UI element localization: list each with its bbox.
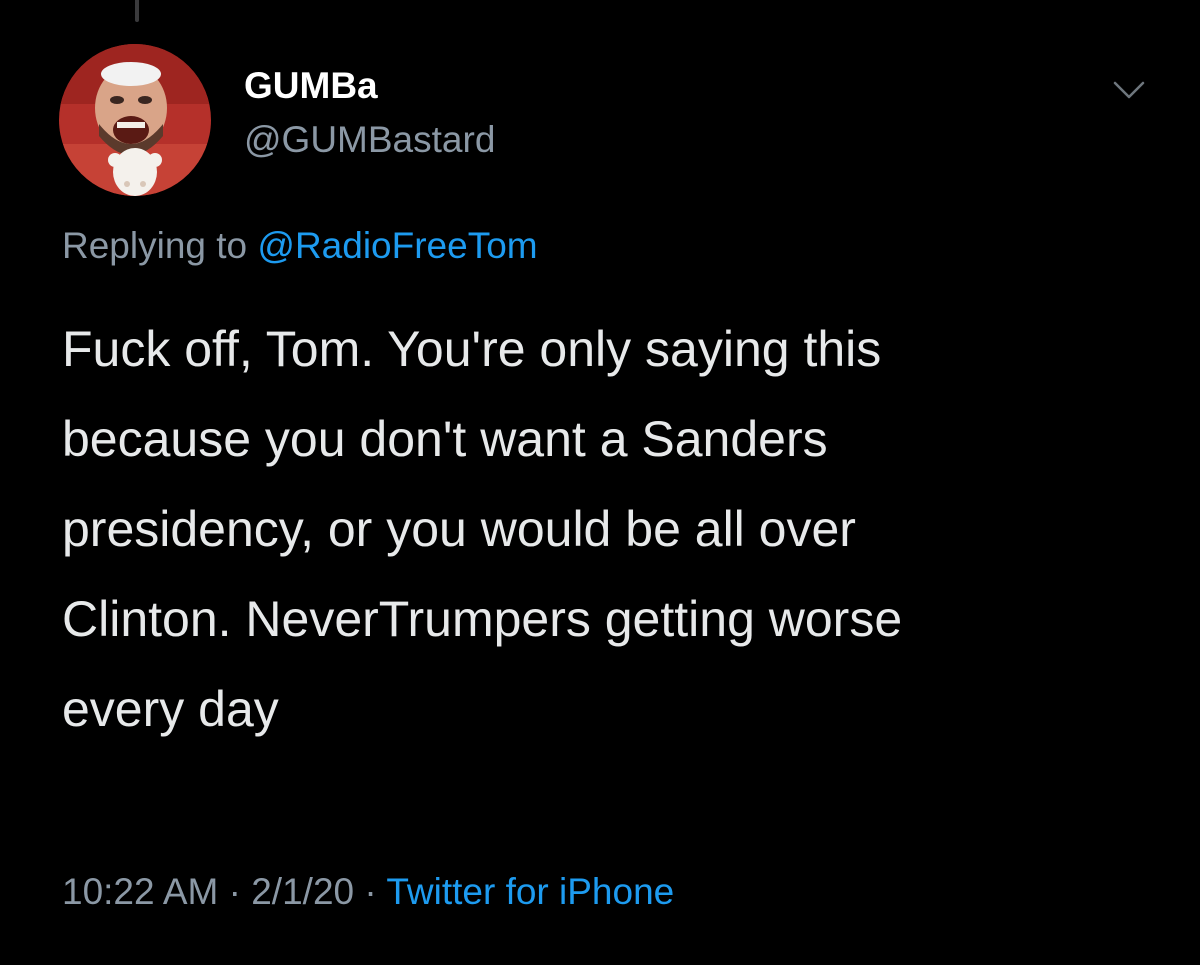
chevron-down-icon[interactable]	[1112, 78, 1146, 102]
tweet-text-line: presidency, or you would be all over	[62, 501, 856, 557]
tweet-text-line: every day	[62, 681, 279, 737]
thread-connector-line	[135, 0, 139, 22]
tweet-text-line: Clinton. NeverTrumpers getting worse	[62, 591, 903, 647]
author-handle[interactable]: @GUMBastard	[244, 118, 495, 162]
replying-to: Replying to @RadioFreeTom	[62, 224, 538, 268]
tweet-date[interactable]: 2/1/20	[251, 871, 354, 912]
tweet-metadata: 10:22 AM · 2/1/20 · Twitter for iPhone	[62, 870, 674, 914]
reply-target-link[interactable]: @RadioFreeTom	[257, 225, 537, 266]
tweet-text-line: Fuck off, Tom. You're only saying this	[62, 321, 882, 377]
avatar-image	[59, 44, 211, 196]
meta-separator: ·	[218, 871, 252, 912]
avatar[interactable]	[59, 44, 211, 196]
tweet-source-link[interactable]: Twitter for iPhone	[386, 871, 674, 912]
tweet-text-line: because you don't want a Sanders	[62, 411, 828, 467]
author-display-name[interactable]: GUMBa	[244, 64, 378, 108]
tweet-text: Fuck off, Tom. You're only saying this b…	[62, 304, 1172, 754]
tweet-time[interactable]: 10:22 AM	[62, 871, 218, 912]
meta-separator: ·	[354, 871, 387, 912]
replying-to-label: Replying to	[62, 225, 258, 266]
